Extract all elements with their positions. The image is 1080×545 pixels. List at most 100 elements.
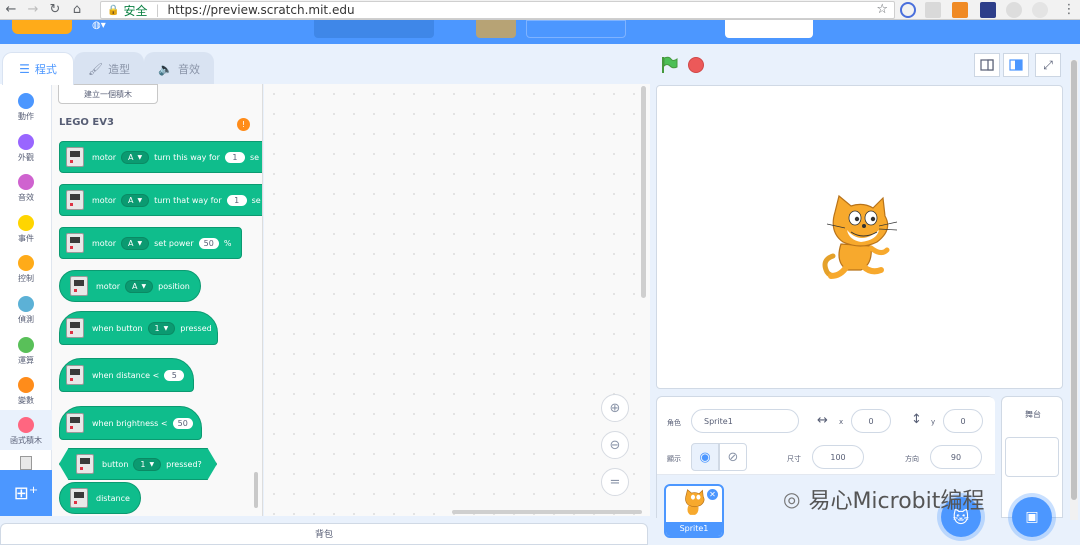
block-motor-turn-this-way[interactable]: motor A ▼ turn this way for 1 se: [59, 141, 262, 173]
category-events[interactable]: 事件: [0, 210, 52, 250]
account-menu[interactable]: [960, 20, 1060, 38]
scratch-logo[interactable]: [12, 20, 72, 34]
category-operators-dot: [18, 337, 34, 353]
power-input[interactable]: 50: [198, 237, 219, 249]
stage-canvas[interactable]: [656, 85, 1063, 389]
seconds-input[interactable]: 1: [224, 151, 245, 163]
category-control[interactable]: 控制: [0, 250, 52, 290]
button-number-dropdown[interactable]: 1 ▼: [147, 321, 176, 335]
backpack-header[interactable]: 背包: [0, 523, 648, 545]
script-horizontal-scrollbar[interactable]: [452, 510, 642, 514]
tab-sounds[interactable]: 🔈 音效: [144, 52, 214, 84]
sprite-tile-name: Sprite1: [666, 522, 722, 536]
category-my-blocks[interactable]: 函式積木: [0, 410, 52, 450]
lock-icon: 🔒: [107, 4, 120, 16]
script-vertical-scrollbar[interactable]: [641, 86, 646, 298]
motor-port-dropdown[interactable]: A ▼: [121, 193, 150, 207]
large-stage-button[interactable]: [1003, 53, 1029, 77]
extension-drive-icon[interactable]: [1032, 2, 1048, 18]
category-motion[interactable]: 動作: [0, 88, 52, 128]
ev3-icon: [66, 413, 84, 433]
green-flag-icon[interactable]: [660, 56, 678, 74]
home-icon[interactable]: ⌂: [66, 0, 88, 20]
zoom-reset-button[interactable]: =: [601, 468, 629, 496]
wechat-icon: ◎: [783, 487, 801, 511]
browser-menu-icon[interactable]: ⋮: [1058, 0, 1080, 20]
palette-section-title: LEGO EV3: [59, 117, 114, 128]
fullscreen-button[interactable]: ⤢: [1035, 53, 1061, 77]
small-stage-button[interactable]: [974, 53, 1000, 77]
extension-orange-icon[interactable]: [952, 2, 968, 18]
speaker-icon: 🔈: [158, 61, 173, 76]
motor-port-dropdown[interactable]: A ▼: [121, 236, 150, 250]
share-button[interactable]: [476, 20, 516, 38]
see-community-button[interactable]: [526, 20, 626, 38]
paintbrush-icon: 🖌: [87, 61, 104, 76]
extension-dark-icon[interactable]: [980, 2, 996, 18]
connection-status-icon[interactable]: !: [237, 118, 250, 131]
category-sensing[interactable]: 偵測: [0, 291, 52, 331]
block-palette: 建立一個積木 LEGO EV3 ! motor A ▼ turn this way…: [52, 84, 263, 516]
block-when-brightness[interactable]: when brightness < 50: [59, 406, 202, 440]
zoom-out-button[interactable]: ⊖: [601, 431, 629, 459]
page-scrollbar[interactable]: [1070, 60, 1078, 520]
palette-scrollbar[interactable]: [254, 472, 258, 508]
tab-code[interactable]: ☰ 程式: [2, 52, 74, 85]
stage-thumbnail[interactable]: [1005, 437, 1059, 477]
bookmark-star-icon[interactable]: ☆: [876, 2, 888, 17]
choose-backdrop-button[interactable]: ▣: [1012, 497, 1052, 537]
globe-icon[interactable]: ◍▾: [92, 20, 106, 31]
remix-button[interactable]: [725, 20, 813, 38]
dropdown-caret-icon: ▼: [137, 153, 143, 161]
block-distance[interactable]: distance: [59, 482, 141, 514]
category-events-dot: [18, 215, 34, 231]
project-title-input[interactable]: [314, 20, 434, 38]
block-motor-set-power[interactable]: motor A ▼ set power 50 %: [59, 227, 242, 259]
category-variables[interactable]: 變數: [0, 372, 52, 412]
stop-icon[interactable]: [688, 57, 704, 73]
category-looks-dot: [18, 134, 34, 150]
back-icon[interactable]: ←: [0, 0, 22, 20]
y-position-input[interactable]: 0: [943, 409, 983, 433]
address-bar[interactable]: 🔒 安全 | https://preview.scratch.mit.edu ☆: [100, 1, 895, 19]
extension-evernote-icon[interactable]: [1006, 2, 1022, 18]
reload-icon[interactable]: ↻: [44, 0, 66, 20]
block-when-distance[interactable]: when distance < 5: [59, 358, 194, 392]
x-position-input[interactable]: 0: [851, 409, 891, 433]
ev3-icon: [66, 318, 84, 338]
motor-port-dropdown[interactable]: A ▼: [125, 279, 154, 293]
size-input[interactable]: 100: [812, 445, 864, 469]
category-looks[interactable]: 外觀: [0, 129, 52, 169]
extension-pdf-icon[interactable]: [925, 2, 941, 18]
sprite-name-input[interactable]: Sprite1: [691, 409, 799, 433]
forward-icon[interactable]: →: [22, 0, 44, 20]
block-motor-position[interactable]: motor A ▼ position: [59, 270, 201, 302]
category-sound[interactable]: 音效: [0, 169, 52, 209]
button-number-dropdown[interactable]: 1 ▼: [133, 457, 162, 471]
extension-sync-icon[interactable]: [900, 2, 916, 18]
make-block-button[interactable]: 建立一個積木: [58, 84, 158, 104]
block-when-button-pressed[interactable]: when button 1 ▼ pressed: [59, 311, 218, 345]
add-extension-button[interactable]: ⊞⁺: [0, 470, 52, 516]
block-motor-turn-that-way[interactable]: motor A ▼ turn that way for 1 se: [59, 184, 262, 216]
hide-sprite-button[interactable]: ⊘: [719, 443, 747, 471]
direction-input[interactable]: 90: [930, 445, 982, 469]
motor-port-dropdown[interactable]: A ▼: [121, 150, 150, 164]
script-area[interactable]: ⊕ ⊖ =: [264, 84, 650, 516]
cat-sprite[interactable]: [821, 194, 901, 282]
show-sprite-button[interactable]: ◉: [691, 443, 719, 471]
url-text: https://preview.scratch.mit.edu: [167, 3, 355, 17]
distance-input[interactable]: 5: [164, 369, 185, 381]
scratch-menubar: ◍▾: [0, 20, 1080, 44]
x-label: x: [839, 418, 844, 426]
seconds-input[interactable]: 1: [226, 194, 247, 206]
dropdown-caret-icon: ▼: [149, 460, 155, 468]
zoom-out-icon: ⊖: [609, 437, 621, 453]
dropdown-caret-icon: ▼: [141, 282, 147, 290]
tab-costumes[interactable]: 🖌 造型: [74, 52, 144, 84]
brightness-input[interactable]: 50: [172, 417, 193, 429]
delete-sprite-icon[interactable]: ✕: [706, 488, 719, 501]
zoom-in-button[interactable]: ⊕: [601, 394, 629, 422]
block-button-pressed[interactable]: button 1 ▼ pressed?: [59, 448, 217, 480]
category-operators[interactable]: 運算: [0, 332, 52, 372]
